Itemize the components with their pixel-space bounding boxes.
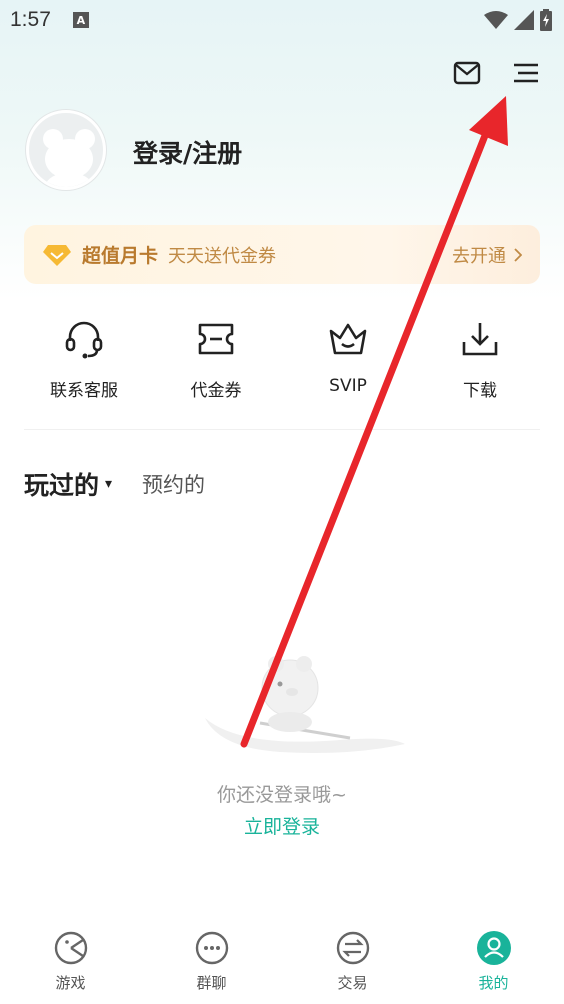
mail-button[interactable] — [449, 56, 485, 90]
tab-played[interactable]: 玩过的 — [24, 466, 99, 502]
download-icon — [462, 323, 498, 356]
divider — [24, 429, 540, 430]
status-time: 1:57 — [10, 8, 51, 31]
battery-icon — [540, 9, 552, 31]
nav-item-group-chat[interactable]: 群聊 — [141, 920, 282, 1004]
vip-description: 天天送代金券 — [168, 245, 277, 267]
status-bar: 1:57 A — [0, 0, 564, 40]
vip-open-action[interactable]: 去开通 — [452, 242, 522, 268]
menu-button[interactable] — [508, 56, 544, 90]
quick-item-customer-service[interactable]: 联系客服 — [18, 316, 150, 401]
quick-item-download[interactable]: 下载 — [414, 316, 546, 401]
login-now-link[interactable]: 立即登录 — [0, 812, 564, 839]
notification-icon: A — [72, 12, 89, 28]
quick-item-label: 下载 — [463, 381, 497, 401]
status-icons — [484, 9, 552, 31]
empty-state-message: 你还没登录哦~ — [217, 784, 347, 806]
bottom-nav: 游戏 群聊 交易 我的 — [0, 920, 564, 1004]
game-tabs: 玩过的 ▾ 预约的 — [24, 466, 205, 502]
quick-item-svip[interactable]: SVIP — [282, 316, 414, 401]
headset-icon — [65, 321, 103, 359]
vip-monthly-card-banner[interactable]: 超值月卡 天天送代金券 去开通 — [24, 225, 540, 284]
chevron-right-icon — [514, 247, 522, 262]
game-icon — [54, 931, 87, 965]
diamond-icon — [43, 244, 71, 266]
quick-item-label: SVIP — [329, 376, 367, 396]
vip-open-label: 去开通 — [452, 245, 506, 267]
nav-label: 我的 — [478, 974, 509, 992]
trade-icon — [336, 931, 369, 965]
nav-item-trade[interactable]: 交易 — [282, 920, 423, 1004]
profile-icon — [476, 931, 511, 965]
crown-icon — [329, 323, 367, 355]
empty-state-illustration — [205, 656, 405, 753]
chat-icon — [195, 931, 228, 965]
mail-icon — [453, 61, 481, 85]
quick-item-label: 联系客服 — [50, 381, 118, 401]
caret-down-icon[interactable]: ▾ — [105, 476, 112, 492]
nav-label: 交易 — [337, 974, 368, 992]
quick-item-coupon[interactable]: 代金券 — [150, 316, 282, 401]
nav-item-games[interactable]: 游戏 — [0, 920, 141, 1004]
login-register-link[interactable]: 登录/注册 — [133, 134, 242, 170]
avatar[interactable] — [26, 110, 106, 190]
nav-label: 群聊 — [196, 974, 227, 992]
vip-name: 超值月卡 — [82, 245, 159, 267]
nav-label: 游戏 — [55, 974, 86, 992]
quick-actions: 联系客服 代金券 SVIP 下载 — [18, 316, 546, 401]
tab-reserved[interactable]: 预约的 — [142, 469, 205, 499]
coupon-icon — [198, 323, 234, 355]
menu-icon — [514, 63, 538, 83]
quick-item-label: 代金券 — [190, 381, 242, 401]
signal-icon — [514, 10, 534, 30]
nav-item-mine[interactable]: 我的 — [423, 920, 564, 1004]
wifi-icon — [484, 11, 508, 29]
